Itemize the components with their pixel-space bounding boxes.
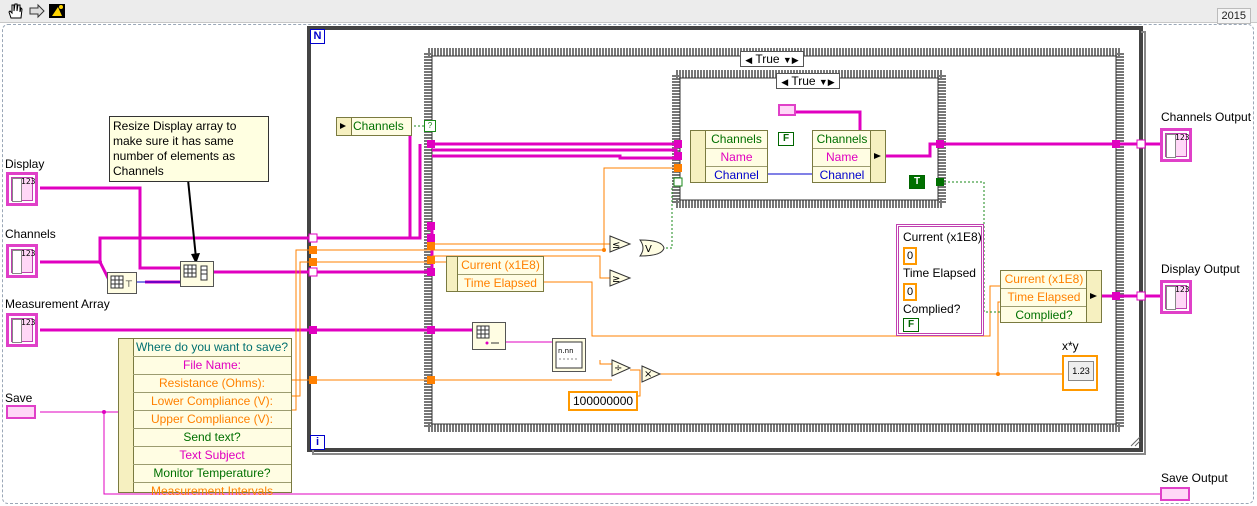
resize-array-node[interactable] [180,261,214,287]
bundle-channels-row: Channels [816,132,868,146]
display-bundle-node[interactable]: Current (x1E8) Time Elapsed Complied? [1000,270,1102,323]
loop-count-terminal[interactable]: N [310,29,325,44]
bundle-arrow-icon [870,131,885,182]
save-output-terminal [1160,487,1190,501]
channels-output-label: Channels Output [1161,110,1252,124]
xy-label: x*y [1062,339,1079,353]
xy-indicator: 1.23 [1062,355,1098,391]
measurement-array-terminal[interactable]: 123 [6,313,38,347]
text-subject-row: Text Subject [133,446,291,464]
channels-output-terminal: 123 [1160,128,1192,162]
selector-tunnel: ? [424,120,436,132]
display-terminal[interactable]: 123 [6,172,38,206]
inner-case-prev-icon[interactable]: ◀ [781,77,788,87]
inner-case-label: True [791,74,816,88]
inner-channels-row: Channels [711,132,762,146]
svg-text:×: × [644,369,652,380]
scale-constant[interactable]: 100000000 [568,391,639,411]
save-terminal[interactable] [6,405,36,419]
cc-complied-value[interactable]: F [903,318,919,332]
array-size-node[interactable]: ⊤ [107,272,137,294]
inner-case-dropdown-icon[interactable]: ▼▶ [819,77,835,87]
monitor-temp-row: Monitor Temperature? [133,464,291,482]
cc-complied-label: Complied? [903,302,961,316]
cc-time-value[interactable]: 0 [903,283,917,301]
case-prev-icon[interactable]: ◀ [745,55,752,65]
rb-current-row: Current (x1E8) [1004,272,1084,286]
display-output-label: Display Output [1161,262,1240,276]
file-name-row: File Name: [133,356,291,374]
lower-compliance-row: Lower Compliance (V): [133,392,291,410]
true-constant[interactable]: T [909,175,925,189]
cc-time-label: Time Elapsed [903,266,976,280]
xy-indicator-value: 1.23 [1068,361,1094,381]
inner-bundle-node[interactable]: Channels Name Channel [812,130,886,183]
channels-terminal[interactable]: 123 [6,244,38,278]
rb-time-row: Time Elapsed [1001,288,1087,306]
svg-text:V: V [645,244,652,255]
inner-case-selector[interactable]: ◀ True ▼▶ [776,73,840,89]
settings-unbundle[interactable]: Where do you want to save? File Name: Re… [118,338,292,498]
rb-complied-row: Complied? [1001,306,1087,324]
save-label: Save [5,391,33,405]
inner-channel-row: Channel [706,166,767,184]
channels-label: Channels [5,227,56,241]
format-string-node[interactable]: n.nn [552,338,586,372]
channels-unbundle-node[interactable]: Channels [336,117,412,136]
unbundle-arrow-icon [337,118,352,135]
current-row: Current (x1E8) [461,258,540,272]
send-text-row: Send text? [133,428,291,446]
save-output-label: Save Output [1161,471,1228,485]
upper-compliance-row: Upper Compliance (V): [133,410,291,428]
where-save-row: Where do you want to save? [135,340,289,354]
bundle-channel-row: Channel [813,166,871,184]
cluster-constant[interactable]: Current (x1E8) 0 Time Elapsed 0 Complied… [896,224,984,336]
display-output-terminal: 123 [1160,280,1192,314]
rb-arrow-icon [1086,271,1101,322]
outer-case-label: True [755,52,780,66]
string-constant-icon[interactable] [778,104,796,116]
svg-text:n.nn: n.nn [558,347,574,355]
channels-unbundle-label: Channels [353,119,404,133]
display-label: Display [5,157,45,171]
inner-unbundle-node[interactable]: Channels Name Channel [690,130,768,183]
false-constant[interactable]: F [778,132,794,146]
index-array-node[interactable] [472,322,506,350]
case-dropdown-icon[interactable]: ▼▶ [783,55,799,65]
svg-text:≥: ≥ [612,274,620,285]
outer-case-selector[interactable]: ◀ True ▼▶ [740,51,804,67]
loop-index-terminal: i [310,435,325,450]
cc-current-value[interactable]: 0 [903,247,917,265]
resize-note: Resize Display array to make sure it has… [109,116,269,182]
bundle-name-row: Name [813,148,871,166]
resistance-row: Resistance (Ohms): [133,374,291,392]
svg-text:⊤: ⊤ [125,280,133,290]
time-elapsed-row: Time Elapsed [458,274,543,292]
measurement-array-label: Measurement Array [5,297,110,311]
cc-current-label: Current (x1E8) [903,230,982,244]
current-unbundle-node[interactable]: Current (x1E8) Time Elapsed [446,256,544,292]
svg-text:≤: ≤ [612,240,620,251]
measurement-intervals-row: Measurement Intervals [133,482,291,500]
svg-text:÷: ÷ [614,363,622,374]
inner-name-row: Name [706,148,767,166]
